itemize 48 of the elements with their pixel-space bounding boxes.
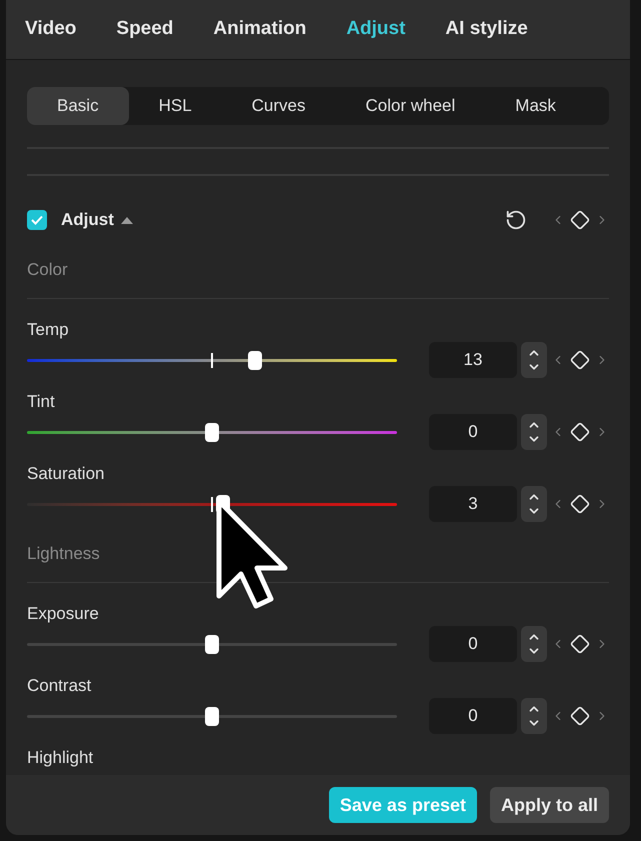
apply-button[interactable]: Apply to all — [490, 787, 609, 823]
tab[interactable]: Speed — [116, 15, 174, 44]
keyframe-icon[interactable] — [570, 634, 590, 654]
slider-label: Saturation — [27, 464, 106, 484]
subtab[interactable]: Mask — [485, 87, 586, 125]
slider-track[interactable] — [27, 350, 397, 370]
group-heading: Lightness — [27, 544, 101, 564]
slider-track[interactable] — [27, 422, 397, 442]
value-field[interactable]: 3 — [429, 486, 517, 522]
keyframe-icon[interactable] — [570, 422, 590, 442]
value-field[interactable]: 0 — [429, 698, 517, 734]
stepper[interactable] — [521, 486, 547, 522]
stepper[interactable] — [521, 626, 547, 662]
keyframe-icon[interactable] — [570, 210, 590, 230]
subtab[interactable]: Curves — [222, 87, 336, 125]
reset-icon[interactable] — [505, 209, 527, 231]
slider-thumb[interactable] — [205, 634, 219, 654]
keyframe-icon[interactable] — [570, 494, 590, 514]
subtab[interactable]: Basic — [27, 87, 129, 125]
group-heading: Color — [27, 260, 69, 280]
value-field[interactable]: 0 — [429, 414, 517, 450]
slider-label: Highlight — [27, 748, 94, 768]
value-field[interactable]: 0 — [429, 626, 517, 662]
slider-label: Exposure — [27, 604, 100, 624]
subtab[interactable]: HSL — [128, 87, 222, 125]
slider-label: Contrast — [27, 676, 92, 696]
tab[interactable]: Animation — [213, 15, 306, 44]
tab[interactable]: AI stylize — [445, 15, 528, 44]
slider-label: Temp — [27, 320, 70, 340]
slider-thumb[interactable] — [205, 422, 219, 442]
slider-track[interactable] — [27, 634, 397, 654]
section-title: Adjust — [61, 209, 114, 232]
stepper[interactable] — [521, 342, 547, 378]
slider-thumb[interactable] — [205, 706, 219, 726]
stepper[interactable] — [521, 414, 547, 450]
check-icon — [31, 215, 43, 225]
keyframe-icon[interactable] — [570, 350, 590, 370]
slider-thumb[interactable] — [248, 350, 262, 370]
slider-track[interactable] — [27, 706, 397, 726]
caret-icon[interactable] — [120, 216, 133, 224]
tab[interactable]: Video — [25, 15, 76, 44]
slider-label: Tint — [27, 392, 56, 412]
keyframe-icon[interactable] — [570, 706, 590, 726]
stepper[interactable] — [521, 698, 547, 734]
tab[interactable]: Adjust — [346, 15, 406, 44]
subtab[interactable]: Color wheel — [336, 87, 486, 125]
value-field[interactable]: 13 — [429, 342, 517, 378]
checkbox[interactable] — [27, 210, 47, 230]
